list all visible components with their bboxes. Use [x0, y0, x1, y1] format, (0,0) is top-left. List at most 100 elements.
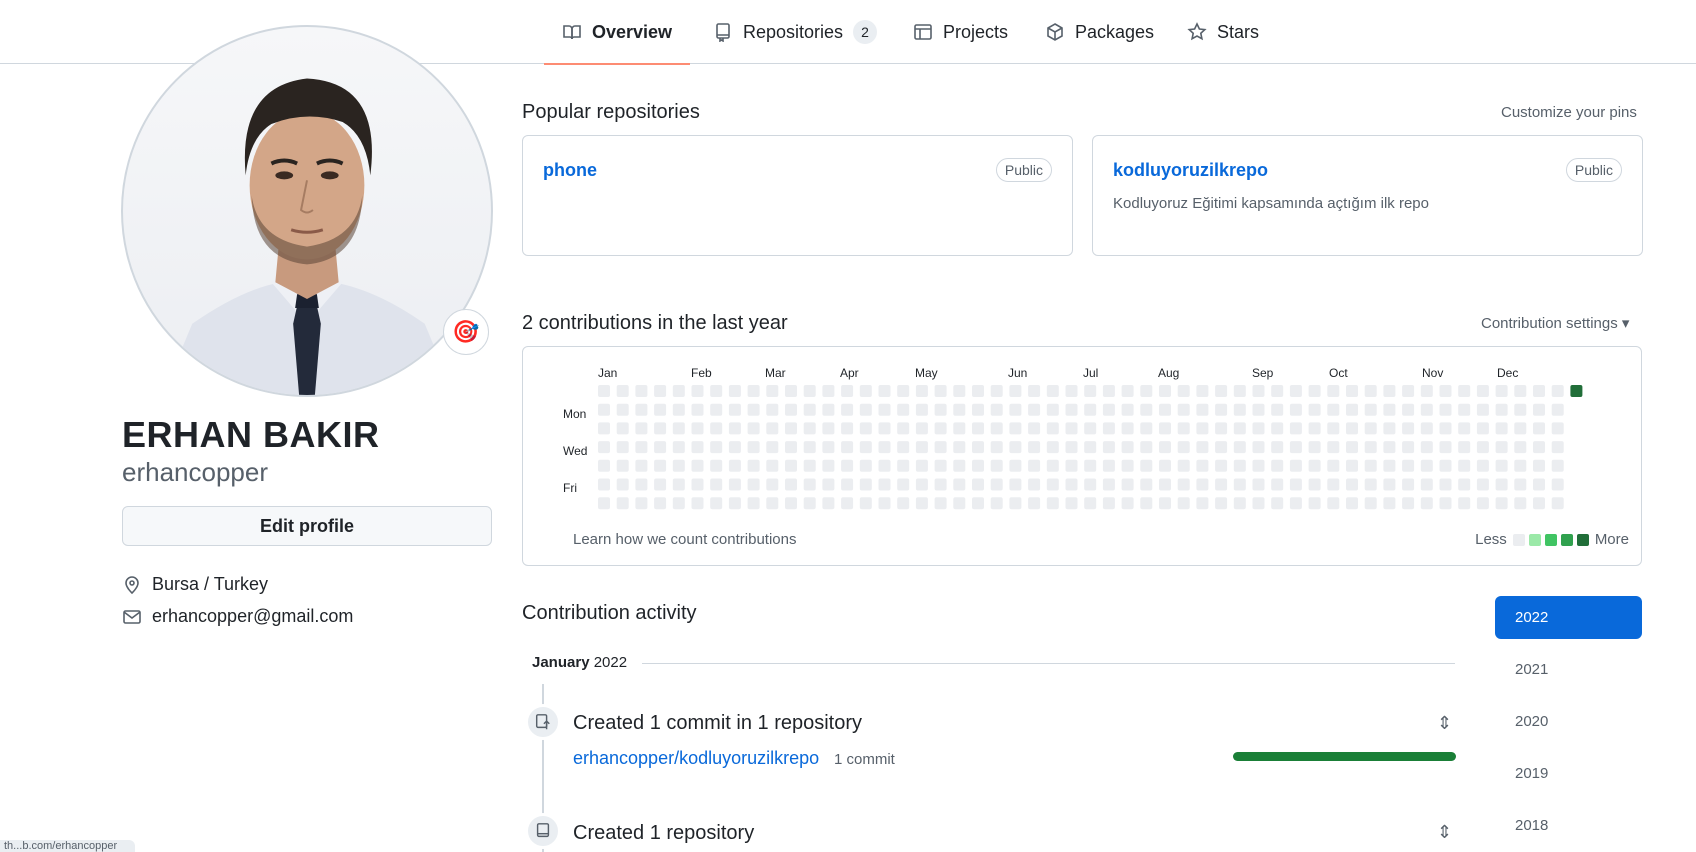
contribution-day[interactable]: [766, 385, 779, 397]
fold-icon[interactable]: ⇕: [1437, 822, 1452, 843]
contribution-day[interactable]: [1364, 459, 1377, 472]
contribution-day[interactable]: [1028, 497, 1041, 510]
contribution-day[interactable]: [691, 478, 704, 491]
contribution-day[interactable]: [710, 441, 723, 454]
contribution-day[interactable]: [672, 422, 685, 435]
contribution-day[interactable]: [1271, 422, 1284, 435]
contribution-day[interactable]: [1364, 478, 1377, 491]
contribution-day[interactable]: [766, 478, 779, 491]
contribution-day[interactable]: [841, 422, 854, 435]
contribution-day[interactable]: [1533, 459, 1545, 472]
contribution-day[interactable]: [878, 422, 891, 435]
contribution-day[interactable]: [803, 385, 816, 397]
contribution-day[interactable]: [1102, 403, 1115, 416]
contribution-day[interactable]: [1327, 422, 1340, 435]
contribution-day[interactable]: [710, 403, 723, 416]
contribution-day[interactable]: [1028, 385, 1041, 397]
contribution-day[interactable]: [803, 497, 816, 510]
contribution-day[interactable]: [1289, 385, 1302, 397]
contribution-day[interactable]: [1327, 497, 1340, 510]
contribution-day[interactable]: [1233, 459, 1246, 472]
contribution-day[interactable]: [1084, 422, 1097, 435]
contribution-day[interactable]: [1402, 422, 1415, 435]
contribution-day[interactable]: [1196, 403, 1209, 416]
contribution-day[interactable]: [1420, 403, 1433, 416]
contribution-day[interactable]: [1514, 497, 1527, 510]
contribution-day[interactable]: [1252, 422, 1265, 435]
contribution-day[interactable]: [1420, 422, 1433, 435]
contribution-day[interactable]: [1346, 385, 1358, 397]
contribution-day[interactable]: [1364, 385, 1377, 397]
contribution-day[interactable]: [1402, 478, 1415, 491]
contribution-day[interactable]: [1009, 441, 1022, 454]
contribution-day[interactable]: [1252, 478, 1265, 491]
contribution-day[interactable]: [766, 403, 779, 416]
contribution-day[interactable]: [1159, 441, 1171, 454]
contribution-day[interactable]: [672, 385, 685, 397]
contribution-day[interactable]: [598, 441, 610, 454]
contribution-day[interactable]: [1084, 478, 1097, 491]
contribution-day[interactable]: [1046, 441, 1059, 454]
contribution-day[interactable]: [747, 459, 760, 472]
contribution-day[interactable]: [1495, 497, 1508, 510]
contribution-day[interactable]: [1084, 403, 1097, 416]
contribution-day[interactable]: [1102, 478, 1115, 491]
contribution-day[interactable]: [1215, 441, 1228, 454]
contribution-day[interactable]: [1289, 403, 1302, 416]
contribution-day[interactable]: [1383, 497, 1396, 510]
contribution-day[interactable]: [1046, 422, 1059, 435]
contribution-day[interactable]: [1364, 497, 1377, 510]
contribution-day[interactable]: [1215, 385, 1228, 397]
contribution-day[interactable]: [1458, 441, 1471, 454]
contribution-day[interactable]: [1159, 497, 1171, 510]
contribution-day[interactable]: [766, 459, 779, 472]
contribution-day[interactable]: [1439, 385, 1452, 397]
pinned-repo-name[interactable]: kodluyoruzilkrepo: [1113, 160, 1268, 181]
contribution-day[interactable]: [1476, 478, 1489, 491]
contribution-day[interactable]: [1308, 385, 1321, 397]
contribution-day[interactable]: [728, 422, 741, 435]
contribution-day[interactable]: [1289, 478, 1302, 491]
contribution-day[interactable]: [1551, 459, 1564, 472]
contribution-day[interactable]: [1102, 459, 1115, 472]
contribution-day[interactable]: [672, 459, 685, 472]
contribution-day[interactable]: [803, 422, 816, 435]
contribution-day[interactable]: [1084, 497, 1097, 510]
contribution-day[interactable]: [1570, 385, 1583, 397]
contribution-day[interactable]: [1402, 497, 1415, 510]
contribution-day[interactable]: [1271, 459, 1284, 472]
contribution-day[interactable]: [878, 385, 891, 397]
contribution-day[interactable]: [915, 403, 928, 416]
contribution-day[interactable]: [672, 403, 685, 416]
pinned-repo-name[interactable]: phone: [543, 160, 597, 181]
contribution-day[interactable]: [654, 497, 667, 510]
contribution-day[interactable]: [1252, 497, 1265, 510]
contribution-day[interactable]: [990, 478, 1003, 491]
contribution-day[interactable]: [1177, 403, 1190, 416]
contribution-day[interactable]: [1140, 441, 1153, 454]
contribution-day[interactable]: [1084, 441, 1097, 454]
contribution-day[interactable]: [803, 478, 816, 491]
contribution-day[interactable]: [654, 478, 667, 491]
contribution-day[interactable]: [1140, 497, 1153, 510]
contribution-day[interactable]: [1121, 497, 1134, 510]
contribution-day[interactable]: [1383, 459, 1396, 472]
contribution-day[interactable]: [859, 385, 872, 397]
contribution-day[interactable]: [766, 441, 779, 454]
contribution-day[interactable]: [1495, 441, 1508, 454]
contribution-day[interactable]: [1439, 422, 1452, 435]
contribution-day[interactable]: [859, 422, 872, 435]
contribution-day[interactable]: [934, 385, 947, 397]
contribution-day[interactable]: [1458, 478, 1471, 491]
contribution-day[interactable]: [841, 459, 854, 472]
contribution-day[interactable]: [1159, 478, 1171, 491]
contribution-day[interactable]: [616, 403, 629, 416]
contribution-day[interactable]: [1140, 403, 1153, 416]
contribution-day[interactable]: [1402, 459, 1415, 472]
contribution-day[interactable]: [1196, 497, 1209, 510]
contribution-day[interactable]: [822, 441, 835, 454]
contribution-day[interactable]: [1196, 385, 1209, 397]
contribution-day[interactable]: [953, 441, 966, 454]
contribution-day[interactable]: [1271, 497, 1284, 510]
contribution-day[interactable]: [1551, 497, 1564, 510]
